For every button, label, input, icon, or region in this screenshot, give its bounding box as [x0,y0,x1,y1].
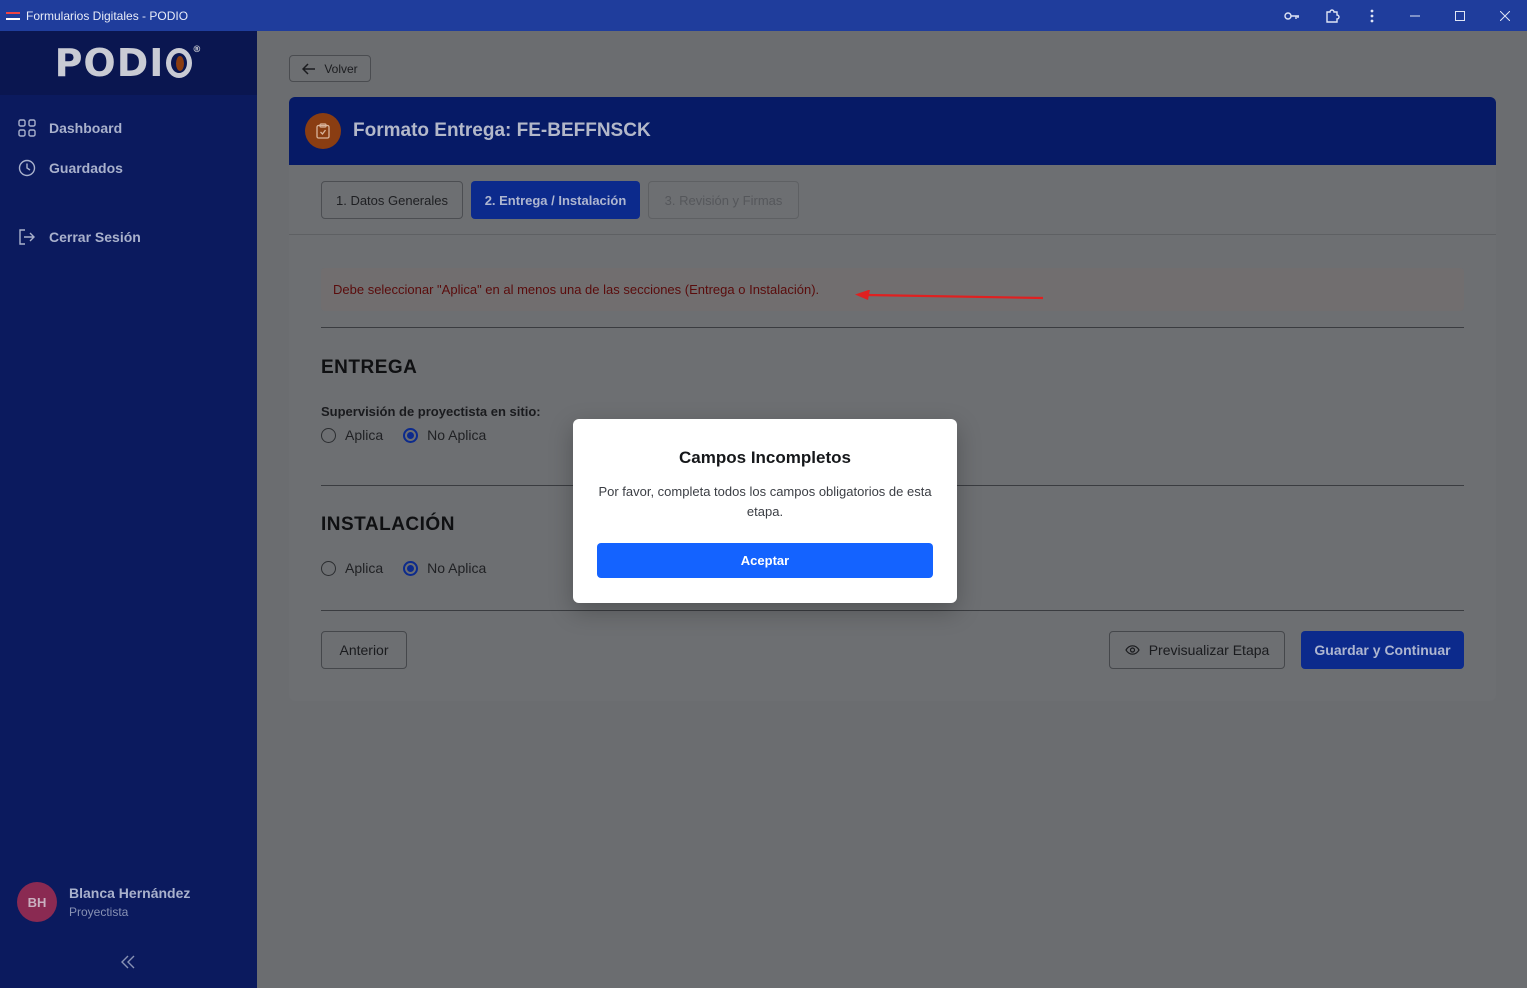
radio-label: Aplica [345,427,384,443]
radio-entrega-aplica[interactable] [321,427,336,443]
radio-instalacion-aplica[interactable] [321,560,336,576]
back-label: Volver [324,61,358,76]
form-title: Formato Entrega: FE-BEFFNSCK [353,120,651,141]
user-name: Blanca Hernández [69,885,191,901]
extensions-icon[interactable] [1312,0,1352,31]
user-profile[interactable]: BH Blanca Hernández Proyectista [17,882,190,922]
preview-label: Previsualizar Etapa [1148,642,1270,658]
more-menu-icon[interactable] [1352,0,1392,31]
collapse-sidebar-icon[interactable] [120,955,136,974]
sidebar-item-label: Dashboard [49,120,123,136]
radio-group-instalacion: Aplica No Aplica [321,560,506,576]
tab-entrega-instalacion[interactable]: 2. Entrega / Instalación [471,181,640,219]
avatar: BH [17,882,57,922]
sidebar-item-dashboard[interactable]: Dashboard [18,119,122,137]
previous-button[interactable]: Anterior [321,631,407,669]
divider [321,610,1464,611]
sidebar: PODI ® Dashboard Guardados Cerrar Sesión … [0,31,257,988]
app-icon [6,11,20,20]
grid-icon [18,119,36,137]
radio-label: No Aplica [427,427,487,443]
clock-icon [18,159,36,177]
logout-icon [19,229,35,245]
dialog-message: Por favor, completa todos los campos obl… [598,484,932,519]
annotation-arrow [855,290,1044,300]
tab-datos-generales[interactable]: 1. Datos Generales [321,181,463,219]
user-role: Proyectista [69,905,129,919]
podio-logo: PODI ® [54,41,203,85]
tab-revision-firmas: 3. Revisión y Firmas [648,181,799,219]
preview-stage-button[interactable]: Previsualizar Etapa [1109,631,1285,669]
clipboard-icon [305,113,341,149]
form-card: Formato Entrega: FE-BEFFNSCK 1. Datos Ge… [289,97,1496,701]
divider [321,327,1464,328]
form-header: Formato Entrega: FE-BEFFNSCK [289,97,1496,165]
sidebar-item-label: Cerrar Sesión [49,229,141,245]
radio-group-entrega: Aplica No Aplica [321,427,506,443]
field-label-supervision: Supervisión de proyectista en sitio: [321,404,541,419]
window-title: Formularios Digitales - PODIO [26,8,189,23]
dialog-title: Campos Incompletos [679,448,851,467]
key-icon[interactable] [1272,0,1312,31]
window-titlebar: Formularios Digitales - PODIO [0,0,1527,31]
radio-label: Aplica [345,560,384,576]
sidebar-item-label: Guardados [49,160,123,176]
logo-area: PODI ® [0,31,257,95]
radio-label: No Aplica [427,560,487,576]
save-continue-button[interactable]: Guardar y Continuar [1301,631,1464,669]
section-title-instalacion: INSTALACIÓN [321,514,455,535]
section-title-entrega: ENTREGA [321,357,418,378]
radio-entrega-no-aplica[interactable] [403,427,419,443]
incomplete-fields-dialog: Campos Incompletos Por favor, completa t… [573,419,957,603]
close-icon[interactable] [1482,0,1527,31]
eye-icon [1124,645,1140,655]
radio-instalacion-no-aplica[interactable] [403,560,419,576]
arrow-left-icon [302,62,316,75]
window-controls [1272,0,1527,31]
back-button[interactable]: Volver [289,55,371,82]
step-tabs: 1. Datos Generales 2. Entrega / Instalac… [289,165,1496,235]
minimize-icon[interactable] [1392,0,1437,31]
maximize-icon[interactable] [1437,0,1482,31]
sidebar-item-logout[interactable]: Cerrar Sesión [18,228,141,246]
sidebar-item-guardados[interactable]: Guardados [18,159,123,177]
accept-button[interactable]: Aceptar [597,543,933,578]
